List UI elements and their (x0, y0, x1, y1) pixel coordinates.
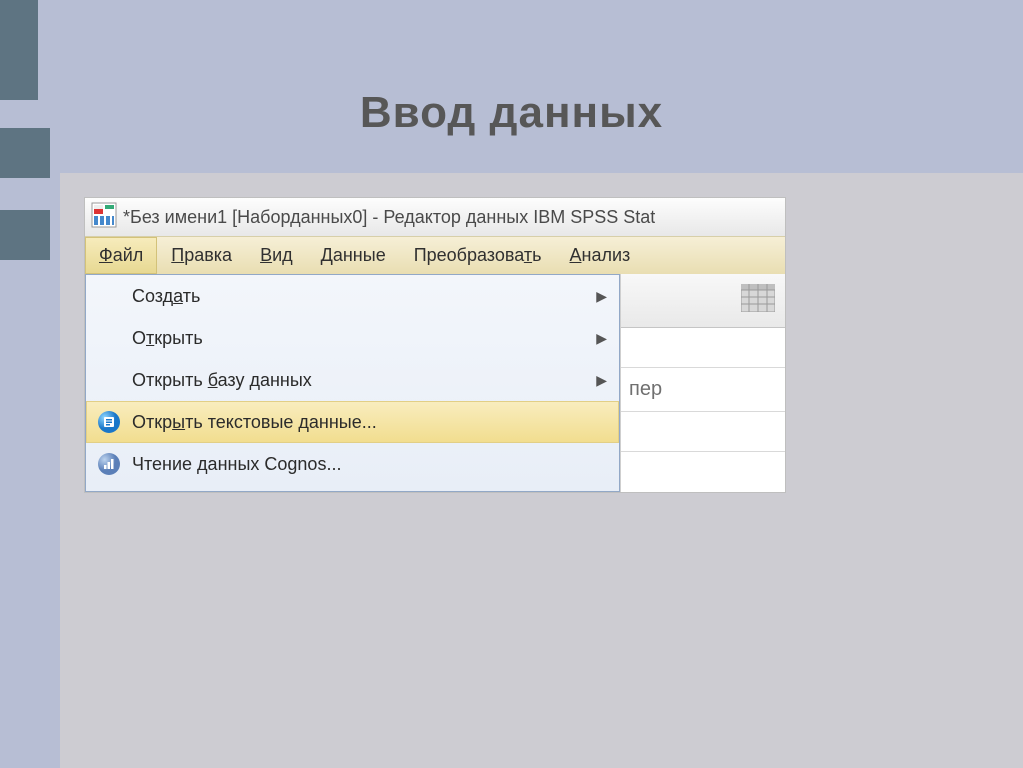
window-title: *Без имени1 [Наборданных0] - Редактор да… (123, 207, 655, 228)
slide-decoration (0, 128, 50, 178)
slide-title: Ввод данных (0, 0, 1023, 138)
file-menu-dropdown: Создать ▶ Открыть ▶ Открыть базу данных … (85, 274, 620, 492)
grid-row (621, 452, 785, 492)
submenu-arrow-icon: ▶ (596, 330, 607, 347)
menu-file[interactable]: Файл (85, 237, 157, 274)
slide-decoration (0, 210, 50, 260)
submenu-arrow-icon: ▶ (596, 372, 607, 389)
slide-body: *Без имени1 [Наборданных0] - Редактор да… (60, 168, 1023, 768)
grid-header-row (621, 328, 785, 368)
app-icon (91, 202, 117, 233)
menu-item-label: Открыть текстовые данные... (132, 412, 607, 433)
menu-item-open-text-data[interactable]: Открыть текстовые данные... (86, 401, 619, 443)
menu-item-read-cognos[interactable]: Чтение данных Cognos... (86, 443, 619, 485)
blank-icon (96, 325, 122, 351)
text-data-icon (96, 409, 122, 435)
work-area: Создать ▶ Открыть ▶ Открыть базу данных … (85, 274, 785, 492)
slide-decoration (0, 0, 38, 100)
grid-icon (741, 284, 775, 317)
toolbar-fragment (621, 274, 785, 328)
menu-item-label: Чтение данных Cognos... (132, 454, 607, 475)
menu-edit[interactable]: Правка (157, 237, 246, 274)
spss-window: *Без имени1 [Наборданных0] - Редактор да… (84, 197, 786, 493)
menu-bar: Файл Правка Вид Данные Преобразовать Ана… (85, 236, 785, 274)
menu-data[interactable]: Данные (307, 237, 400, 274)
submenu-arrow-icon: ▶ (596, 288, 607, 305)
menu-transform[interactable]: Преобразовать (400, 237, 556, 274)
blank-icon (96, 283, 122, 309)
cognos-icon (96, 451, 122, 477)
menu-item-label: Открыть базу данных (132, 370, 586, 391)
menu-analyze[interactable]: Анализ (555, 237, 644, 274)
menu-view[interactable]: Вид (246, 237, 307, 274)
blank-icon (96, 367, 122, 393)
grid-row (621, 412, 785, 452)
grid-partial-cell: пер (621, 368, 785, 412)
menu-item-create[interactable]: Создать ▶ (86, 275, 619, 317)
menu-item-label: Открыть (132, 328, 586, 349)
menu-item-label: Создать (132, 286, 586, 307)
title-bar: *Без имени1 [Наборданных0] - Редактор да… (85, 198, 785, 236)
menu-item-open-database[interactable]: Открыть базу данных ▶ (86, 359, 619, 401)
menu-item-open[interactable]: Открыть ▶ (86, 317, 619, 359)
data-grid-fragment: пер (620, 274, 785, 492)
